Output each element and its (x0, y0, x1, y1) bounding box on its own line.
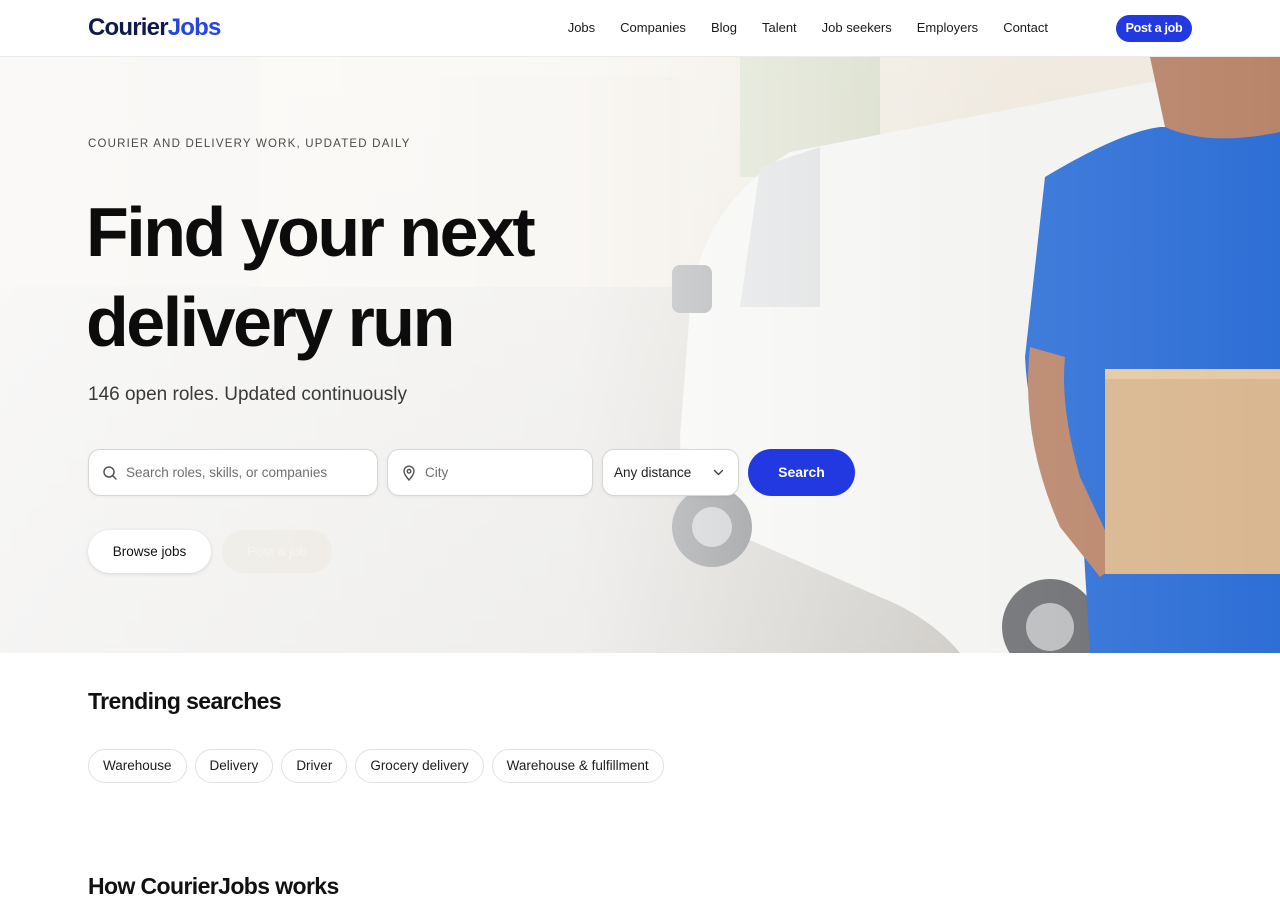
logo-text-courier: Courier (88, 14, 169, 41)
chip-warehouse[interactable]: Warehouse (88, 749, 187, 783)
distance-select-value: Any distance (614, 465, 692, 480)
search-input-placeholder: Search roles, skills, or companies (126, 465, 328, 480)
city-input[interactable]: City (387, 449, 593, 496)
nav-post-job-button[interactable]: Post a job (1116, 15, 1192, 42)
nav-link-contact[interactable]: Contact (1003, 20, 1048, 35)
nav-link-companies[interactable]: Companies (620, 20, 686, 35)
chip-grocery-delivery[interactable]: Grocery delivery (355, 749, 484, 783)
hero-kicker: COURIER AND DELIVERY WORK, UPDATED DAILY (88, 138, 411, 150)
browse-jobs-button[interactable]: Browse jobs (88, 530, 211, 573)
nav-link-jobs[interactable]: Jobs (568, 20, 595, 35)
top-nav: CourierJobs Jobs Companies Blog Talent J… (0, 0, 1280, 57)
nav-link-talent[interactable]: Talent (762, 20, 797, 35)
logo[interactable]: CourierJobs (88, 14, 221, 42)
distance-select[interactable]: Any distance (602, 449, 739, 496)
map-pin-icon (403, 465, 415, 481)
hero-headline: Find your next delivery run (86, 187, 646, 367)
logo-text-jobs: Jobs (167, 14, 222, 41)
nav-links: Jobs Companies Blog Talent Job seekers E… (543, 20, 1048, 35)
search-button[interactable]: Search (748, 449, 855, 496)
hero: COURIER AND DELIVERY WORK, UPDATED DAILY… (0, 57, 1280, 653)
city-input-placeholder: City (425, 465, 449, 480)
hero-post-job-button[interactable]: Post a job (222, 530, 332, 573)
nav-link-blog[interactable]: Blog (711, 20, 737, 35)
search-input[interactable]: Search roles, skills, or companies (88, 449, 378, 496)
how-it-works-title: How CourierJobs works (88, 873, 339, 899)
search-icon (103, 465, 117, 480)
chip-delivery[interactable]: Delivery (194, 749, 274, 783)
hero-subhead: 146 open roles. Updated continuously (88, 384, 408, 405)
trending-title: Trending searches (88, 688, 282, 714)
chevron-down-icon (713, 469, 724, 476)
chip-warehouse-fulfillment[interactable]: Warehouse & fulfillment (491, 749, 664, 783)
trending-chips: Warehouse Delivery Driver Grocery delive… (88, 749, 672, 783)
hero-headline-line-1: Find your next (86, 193, 536, 271)
nav-link-employers[interactable]: Employers (917, 20, 978, 35)
chip-driver[interactable]: Driver (281, 749, 348, 783)
nav-link-job-seekers[interactable]: Job seekers (822, 20, 892, 35)
hero-headline-line-2: delivery run (86, 283, 455, 361)
